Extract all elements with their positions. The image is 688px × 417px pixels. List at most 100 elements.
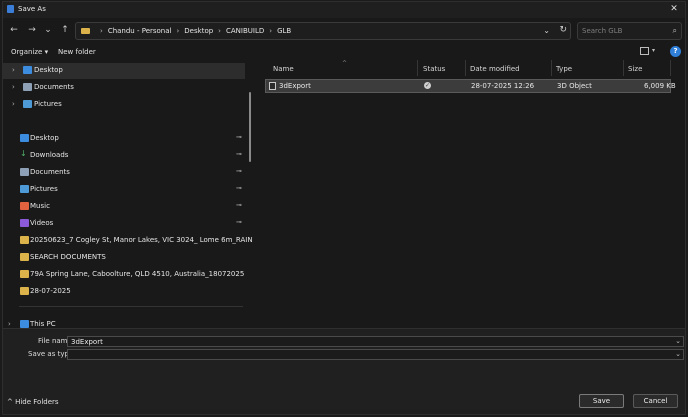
- recent-locations-button[interactable]: ⌄: [41, 23, 55, 37]
- quick-access-documents[interactable]: Documents ⊸: [3, 165, 253, 181]
- window-title: Save As: [18, 5, 46, 13]
- sidebar-item-label: Desktop: [30, 134, 59, 142]
- documents-icon: [20, 168, 29, 176]
- quick-access-downloads[interactable]: ↓ Downloads ⊸: [3, 148, 253, 164]
- folder-icon: [81, 28, 90, 34]
- sidebar-item-label: Music: [30, 202, 50, 210]
- pin-icon[interactable]: ⊸: [236, 184, 242, 192]
- folder-icon: [20, 287, 29, 295]
- chevron-right-icon[interactable]: ›: [12, 66, 15, 74]
- desktop-icon: [20, 134, 29, 142]
- quick-access-folder-cogley[interactable]: 20250623_7 Cogley St, Manor Lakes, VIC 3…: [3, 233, 253, 249]
- view-options-icon[interactable]: [640, 47, 649, 55]
- chevron-down-icon[interactable]: ⌄: [675, 337, 681, 345]
- file-name-value: 3dExport: [71, 338, 103, 346]
- file-name-field[interactable]: 3dExport ⌄: [67, 336, 684, 347]
- column-header-date-modified[interactable]: Date modified: [470, 65, 520, 73]
- help-icon[interactable]: ?: [670, 46, 681, 57]
- file-date-modified: 28-07-2025 12:26: [471, 82, 535, 90]
- breadcrumb-item-personal[interactable]: Chandu - Personal: [108, 27, 172, 35]
- save-button[interactable]: Save: [579, 394, 624, 408]
- sort-caret-icon: ^: [342, 60, 348, 67]
- hide-folders-button[interactable]: ^ Hide Folders: [7, 398, 59, 406]
- navigation-bar: ← → ⌄ ↑ › Chandu - Personal › Desktop › …: [3, 21, 685, 41]
- file-name: 3dExport: [279, 82, 311, 90]
- music-icon: [20, 202, 29, 210]
- chevron-up-icon: ^: [7, 398, 16, 406]
- back-button[interactable]: ←: [7, 23, 21, 37]
- table-row[interactable]: 3dExport ✓ 28-07-2025 12:26 3D Object 6,…: [265, 79, 676, 93]
- pin-icon[interactable]: ⊸: [236, 133, 242, 141]
- search-icon: ⌕: [672, 26, 677, 35]
- address-bar[interactable]: › Chandu - Personal › Desktop › CANIBUIL…: [75, 22, 571, 40]
- sidebar-item-label: Downloads: [30, 151, 69, 159]
- hide-folders-label: Hide Folders: [15, 398, 59, 406]
- column-header-name[interactable]: Name: [273, 65, 294, 73]
- column-header-size[interactable]: Size: [628, 65, 642, 73]
- breadcrumb-item-canibuild[interactable]: CANIBUILD: [226, 27, 264, 35]
- column-header-status[interactable]: Status: [423, 65, 445, 73]
- file-list: ^ Name Status Date modified Type Size 3d…: [262, 60, 682, 328]
- chevron-right-icon[interactable]: ›: [12, 83, 15, 91]
- sidebar-item-label: SEARCH DOCUMENTS: [30, 253, 106, 261]
- file-icon: [269, 82, 276, 90]
- chevron-down-icon[interactable]: ⌄: [675, 350, 681, 358]
- sidebar-item-label: Documents: [34, 83, 74, 91]
- desktop-icon: [23, 66, 32, 74]
- sidebar-item-documents[interactable]: › Documents: [3, 80, 253, 96]
- search-placeholder: Search GLB: [582, 27, 623, 35]
- pin-icon[interactable]: ⊸: [236, 150, 242, 158]
- refresh-icon[interactable]: ↻: [559, 25, 567, 35]
- organize-menu[interactable]: Organize ▾: [11, 48, 48, 56]
- save-as-dialog: Save As ✕ ← → ⌄ ↑ › Chandu - Personal › …: [2, 1, 686, 415]
- sidebar-item-pictures[interactable]: › Pictures: [3, 97, 253, 113]
- pictures-icon: [20, 185, 29, 193]
- quick-access-music[interactable]: Music ⊸: [3, 199, 253, 215]
- sidebar-item-label: Videos: [30, 219, 54, 227]
- quick-access-videos[interactable]: Videos ⊸: [3, 216, 253, 232]
- up-button[interactable]: ↑: [58, 23, 72, 37]
- cancel-button[interactable]: Cancel: [633, 394, 678, 408]
- folder-icon: [20, 236, 29, 244]
- documents-icon: [23, 83, 32, 91]
- quick-access-folder-spring-lane[interactable]: 79A Spring Lane, Caboolture, QLD 4510, A…: [3, 267, 253, 283]
- file-size: 6,009 KB: [644, 82, 676, 90]
- sidebar-item-desktop[interactable]: › Desktop: [3, 63, 245, 79]
- sidebar-item-label: 79A Spring Lane, Caboolture, QLD 4510, A…: [30, 270, 245, 278]
- chevron-right-icon[interactable]: ›: [12, 100, 15, 108]
- pin-icon[interactable]: ⊸: [236, 167, 242, 175]
- chevron-right-icon[interactable]: ›: [8, 320, 11, 328]
- quick-access-folder-28-07-2025[interactable]: 28-07-2025: [3, 284, 253, 300]
- save-form: File name: 3dExport ⌄ Save as type: ⌄ ^ …: [3, 328, 685, 414]
- save-as-type-select[interactable]: ⌄: [67, 349, 684, 360]
- sidebar-item-label: 20250623_7 Cogley St, Manor Lakes, VIC 3…: [30, 236, 253, 244]
- folder-icon: [20, 270, 29, 278]
- sidebar-item-label: Documents: [30, 168, 70, 176]
- app-icon: [7, 5, 14, 13]
- new-folder-button[interactable]: New folder: [58, 48, 96, 56]
- sync-status-icon: ✓: [424, 82, 431, 89]
- sidebar-item-label: Pictures: [34, 100, 62, 108]
- view-dropdown-icon[interactable]: ▾: [652, 47, 655, 54]
- divider: [19, 306, 243, 307]
- folder-icon: [20, 253, 29, 261]
- column-header-type[interactable]: Type: [556, 65, 572, 73]
- command-bar: Organize ▾ New folder ▾ ?: [3, 45, 685, 61]
- address-dropdown-icon[interactable]: ⌄: [543, 26, 550, 35]
- sidebar-item-this-pc[interactable]: › This PC: [3, 317, 253, 328]
- close-button[interactable]: ✕: [667, 3, 681, 16]
- pin-icon[interactable]: ⊸: [236, 218, 242, 226]
- quick-access-search-documents[interactable]: SEARCH DOCUMENTS: [3, 250, 253, 266]
- sidebar-item-label: This PC: [30, 320, 56, 328]
- sidebar-item-label: Pictures: [30, 185, 58, 193]
- search-input[interactable]: Search GLB ⌕: [577, 22, 682, 40]
- breadcrumb-item-glb[interactable]: GLB: [277, 27, 291, 35]
- breadcrumb-item-desktop[interactable]: Desktop: [184, 27, 213, 35]
- pin-icon[interactable]: ⊸: [236, 201, 242, 209]
- sidebar-item-label: 28-07-2025: [30, 287, 71, 295]
- pictures-icon: [23, 100, 32, 108]
- quick-access-desktop[interactable]: Desktop ⊸: [3, 131, 253, 147]
- quick-access-pictures[interactable]: Pictures ⊸: [3, 182, 253, 198]
- forward-button[interactable]: →: [25, 23, 39, 37]
- file-type: 3D Object: [557, 82, 592, 90]
